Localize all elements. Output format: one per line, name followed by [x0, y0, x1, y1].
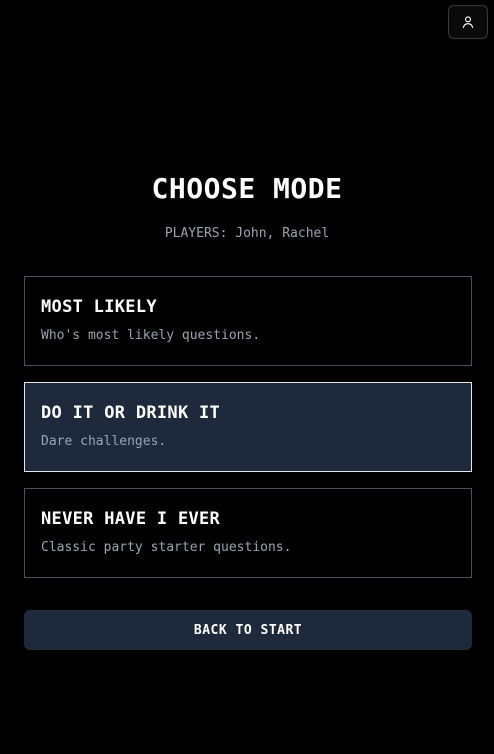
profile-button[interactable] — [448, 5, 488, 39]
mode-title: NEVER HAVE I EVER — [41, 509, 221, 529]
page-title: CHOOSE MODE — [151, 172, 343, 205]
mode-description: Classic party starter questions. — [41, 540, 292, 555]
players-list: PLAYERS: John, Rachel — [164, 226, 330, 241]
mode-description: Who's most likely questions. — [41, 328, 261, 343]
mode-title: MOST LIKELY — [41, 297, 157, 317]
mode-card-do-it-or-drink-it[interactable]: DO IT OR DRINK IT Dare challenges. — [24, 382, 472, 472]
mode-card-most-likely[interactable]: MOST LIKELY Who's most likely questions. — [24, 276, 472, 366]
user-icon — [462, 16, 474, 28]
mode-title: DO IT OR DRINK IT — [41, 403, 221, 423]
back-to-start-button[interactable]: BACK TO START — [24, 610, 472, 650]
mode-description: Dare challenges. — [41, 434, 167, 449]
mode-select-screen: CHOOSE MODE PLAYERS: John, Rachel MOST L… — [0, 0, 494, 754]
mode-card-never-have-i-ever[interactable]: NEVER HAVE I EVER Classic party starter … — [24, 488, 472, 578]
